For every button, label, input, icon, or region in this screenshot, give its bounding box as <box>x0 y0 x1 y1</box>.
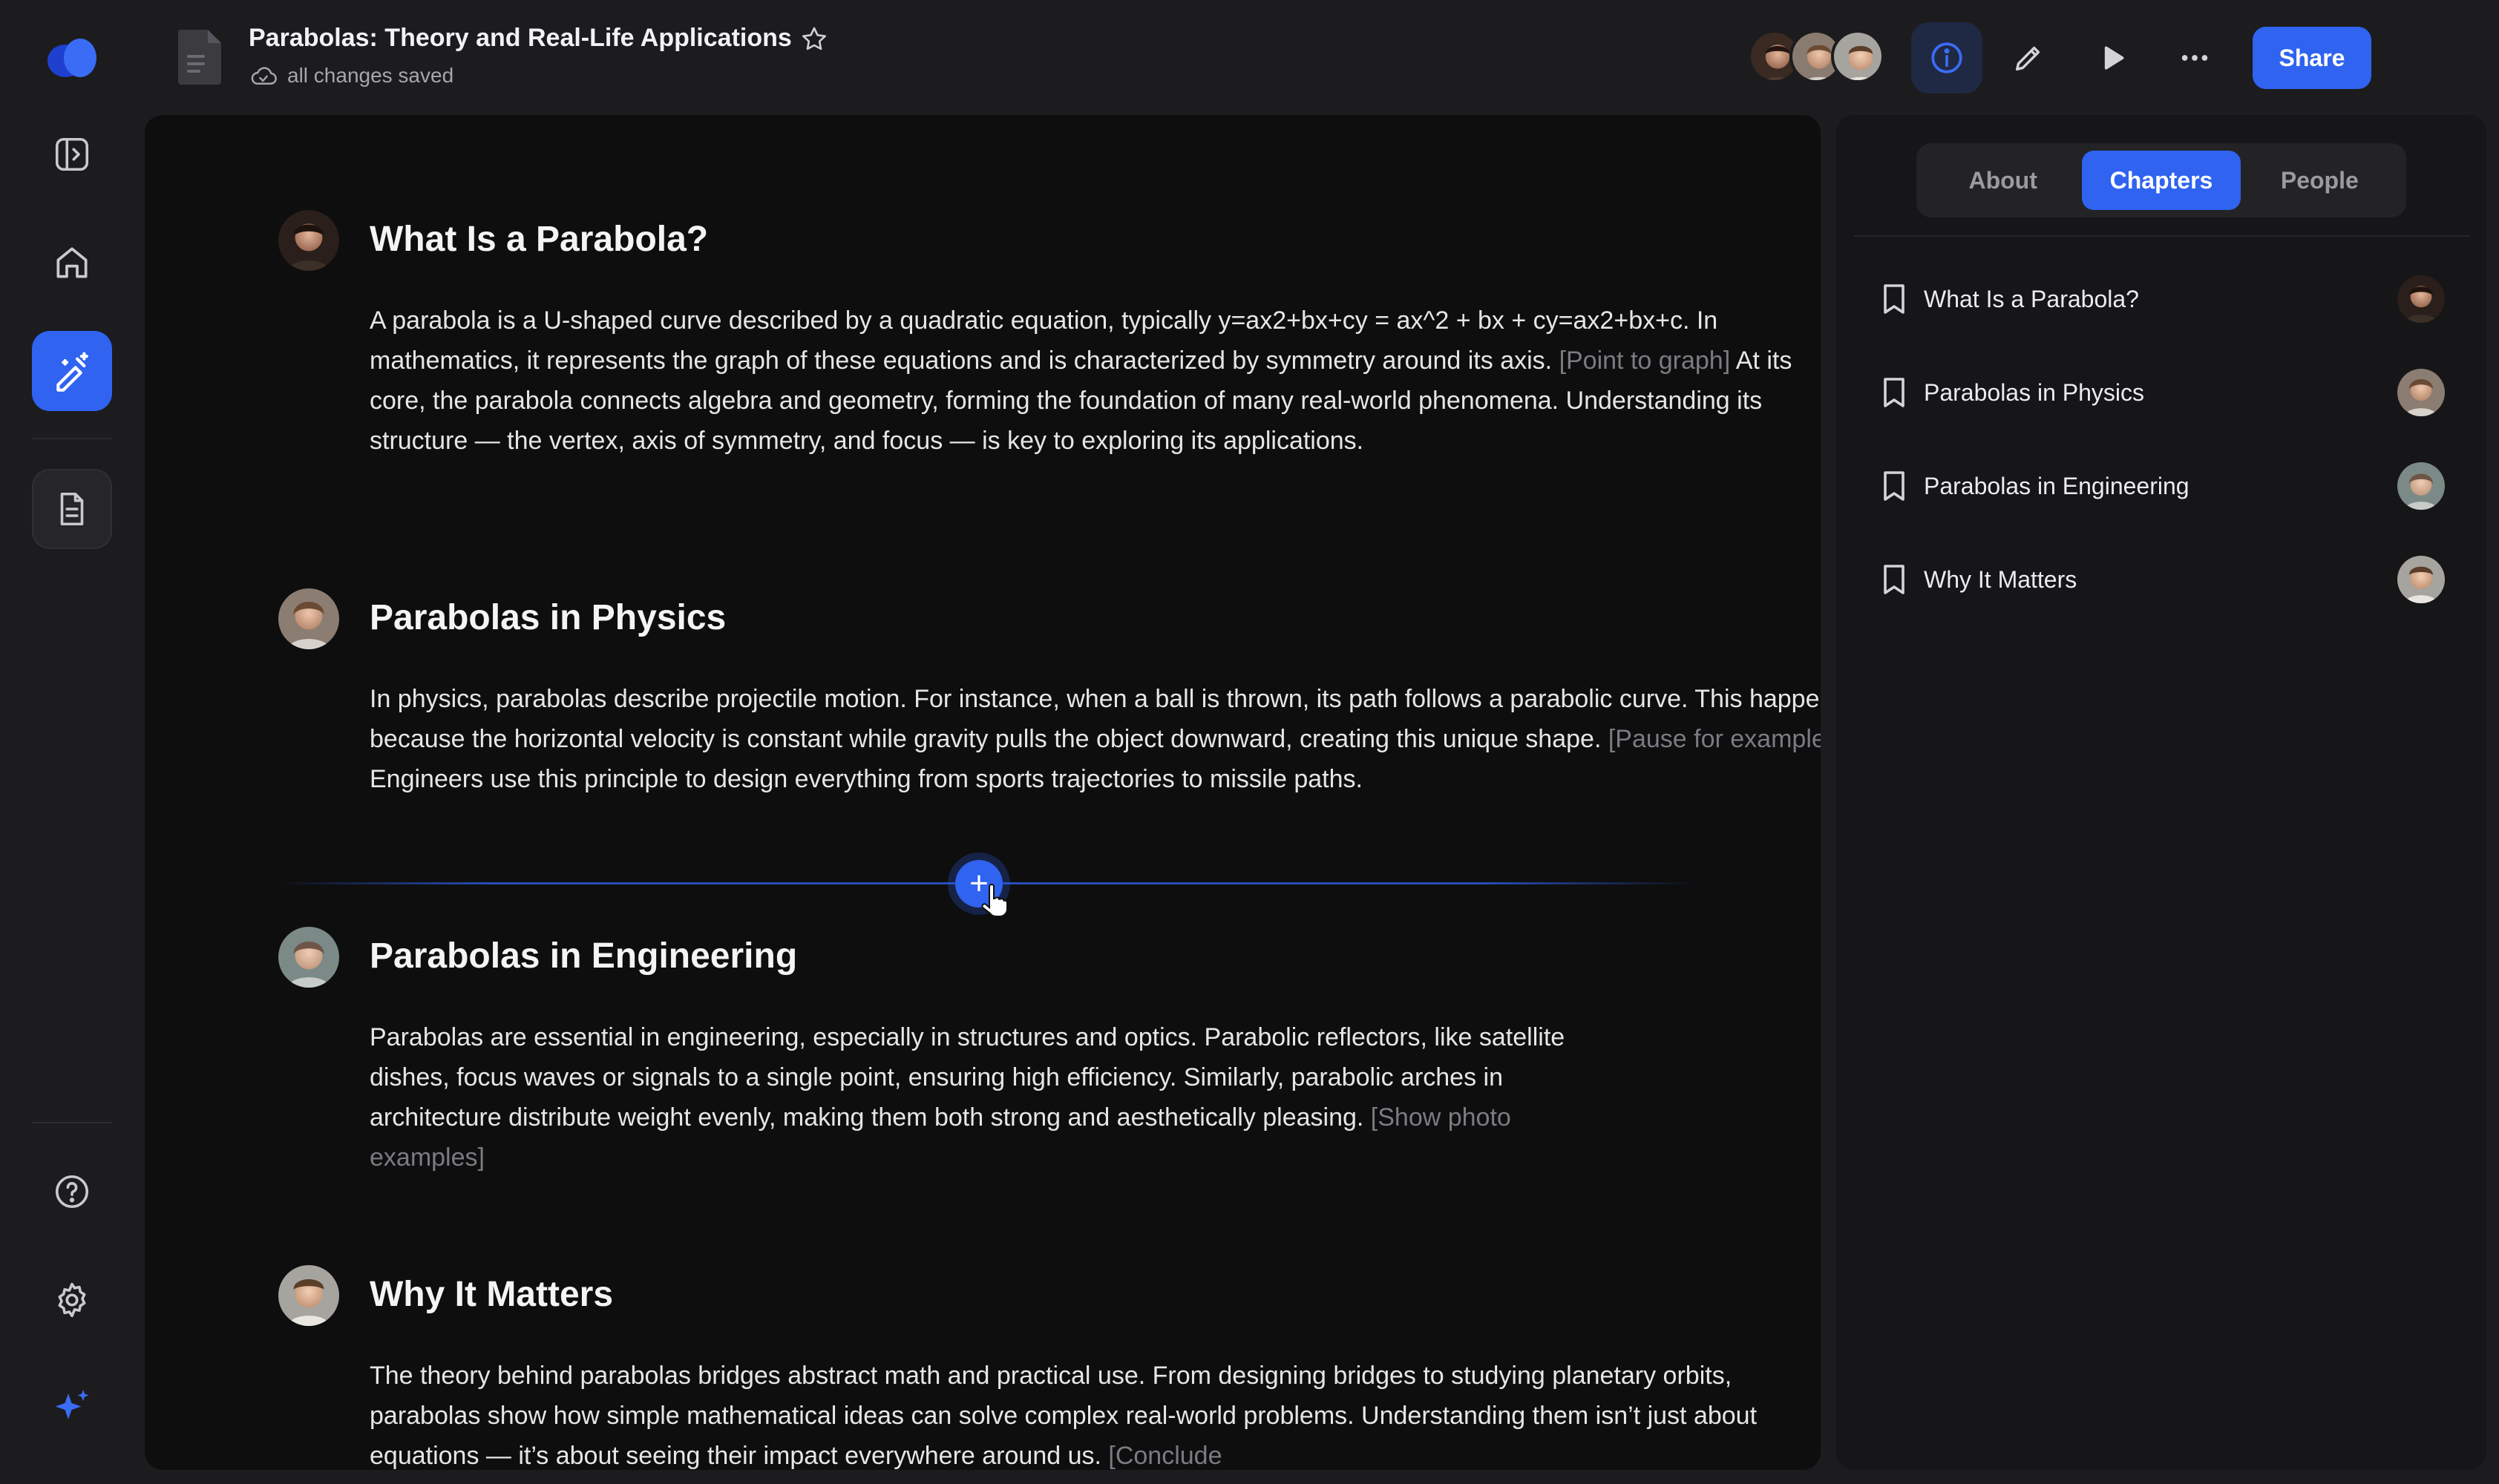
top-header: Parabolas: Theory and Real-Life Applicat… <box>145 0 2499 115</box>
chapter-item[interactable]: Parabolas in Physics <box>1881 363 2445 422</box>
bookmark-icon <box>1884 284 1904 314</box>
cloud-icon <box>251 67 277 85</box>
section-title[interactable]: Why It Matters <box>370 1274 613 1315</box>
document-icon[interactable] <box>32 469 112 549</box>
avatar[interactable] <box>278 927 339 988</box>
section-body[interactable]: A parabola is a U-shaped curve described… <box>370 301 1821 461</box>
info-icon <box>1931 42 1962 73</box>
right-panel: About Chapters People What Is a Parabola… <box>1836 115 2486 1470</box>
home-icon[interactable] <box>32 223 112 303</box>
pencil-icon <box>2015 46 2040 71</box>
tab-chapters[interactable]: Chapters <box>2082 151 2241 210</box>
share-button[interactable]: Share <box>2253 27 2371 89</box>
sidebar-toggle-icon[interactable] <box>32 114 112 194</box>
panel-tabs: About Chapters People <box>1916 143 2406 217</box>
avatar[interactable] <box>278 210 339 271</box>
chapter-label: What Is a Parabola? <box>1924 285 2139 312</box>
avatar[interactable] <box>278 1265 339 1326</box>
bookmark-icon <box>1884 378 1904 407</box>
sparkle-icon[interactable] <box>32 1368 112 1448</box>
section-body[interactable]: Parabolas are essential in engineering, … <box>370 1017 1631 1178</box>
save-status-text: all changes saved <box>287 64 454 87</box>
bookmark-icon <box>1884 565 1904 594</box>
bookmark-icon <box>1884 471 1904 501</box>
section-title[interactable]: What Is a Parabola? <box>370 219 708 260</box>
body-text: A parabola is a U-shaped curve described… <box>370 306 1718 375</box>
document-icon <box>178 30 221 85</box>
avatar <box>2397 462 2445 510</box>
save-status: all changes saved <box>249 64 453 88</box>
body-text: In physics, parabolas describe projectil… <box>370 685 1821 753</box>
section-body[interactable]: In physics, parabolas describe projectil… <box>370 679 1821 799</box>
section-body[interactable]: The theory behind parabolas bridges abst… <box>370 1356 1821 1470</box>
section-title[interactable]: Parabolas in Physics <box>370 597 726 638</box>
stage-cue: [Point to graph] <box>1559 347 1731 375</box>
chapter-label: Parabolas in Physics <box>1924 378 2145 406</box>
stage-cue: [Pause for example] <box>1608 725 1821 753</box>
magic-pen-icon[interactable] <box>32 331 112 411</box>
star-icon[interactable] <box>799 24 829 54</box>
left-rail <box>0 0 145 1484</box>
app-logo[interactable] <box>43 31 102 83</box>
play-icon <box>2104 46 2124 70</box>
collaborator-avatars[interactable] <box>1748 30 1896 83</box>
document-title[interactable]: Parabolas: Theory and Real-Life Applicat… <box>249 24 792 53</box>
tab-people[interactable]: People <box>2241 151 2399 210</box>
rail-divider <box>32 1122 112 1123</box>
settings-icon[interactable] <box>32 1260 112 1340</box>
rail-divider <box>32 438 112 439</box>
chapter-label: Why It Matters <box>1924 565 2077 593</box>
chapter-item[interactable]: Why It Matters <box>1881 550 2445 609</box>
more-icon <box>2181 55 2208 61</box>
help-icon[interactable] <box>32 1152 112 1232</box>
avatar[interactable] <box>1831 30 1884 83</box>
document-editor[interactable]: What Is a Parabola? A parabola is a U-sh… <box>145 115 1821 1470</box>
chapter-item[interactable]: Parabolas in Engineering <box>1881 456 2445 516</box>
edit-button[interactable] <box>1993 22 2064 93</box>
section-title[interactable]: Parabolas in Engineering <box>370 936 797 976</box>
hand-cursor-icon <box>979 884 1009 918</box>
chapter-item[interactable]: What Is a Parabola? <box>1881 269 2445 329</box>
avatar <box>2397 369 2445 416</box>
more-button[interactable] <box>2159 22 2230 93</box>
body-text: Engineers use this principle to design e… <box>370 765 1363 793</box>
chapter-label: Parabolas in Engineering <box>1924 472 2190 499</box>
app-window: Parabolas: Theory and Real-Life Applicat… <box>0 0 2499 1484</box>
avatar <box>2397 275 2445 323</box>
tab-about[interactable]: About <box>1924 151 2082 210</box>
avatar <box>2397 556 2445 603</box>
avatar[interactable] <box>278 588 339 649</box>
play-button[interactable] <box>2076 22 2147 93</box>
info-button[interactable] <box>1911 22 1982 93</box>
panel-divider <box>1854 235 2470 237</box>
stage-cue: [Conclude <box>1108 1442 1222 1470</box>
body-text: The theory behind parabolas bridges abst… <box>370 1362 1758 1470</box>
